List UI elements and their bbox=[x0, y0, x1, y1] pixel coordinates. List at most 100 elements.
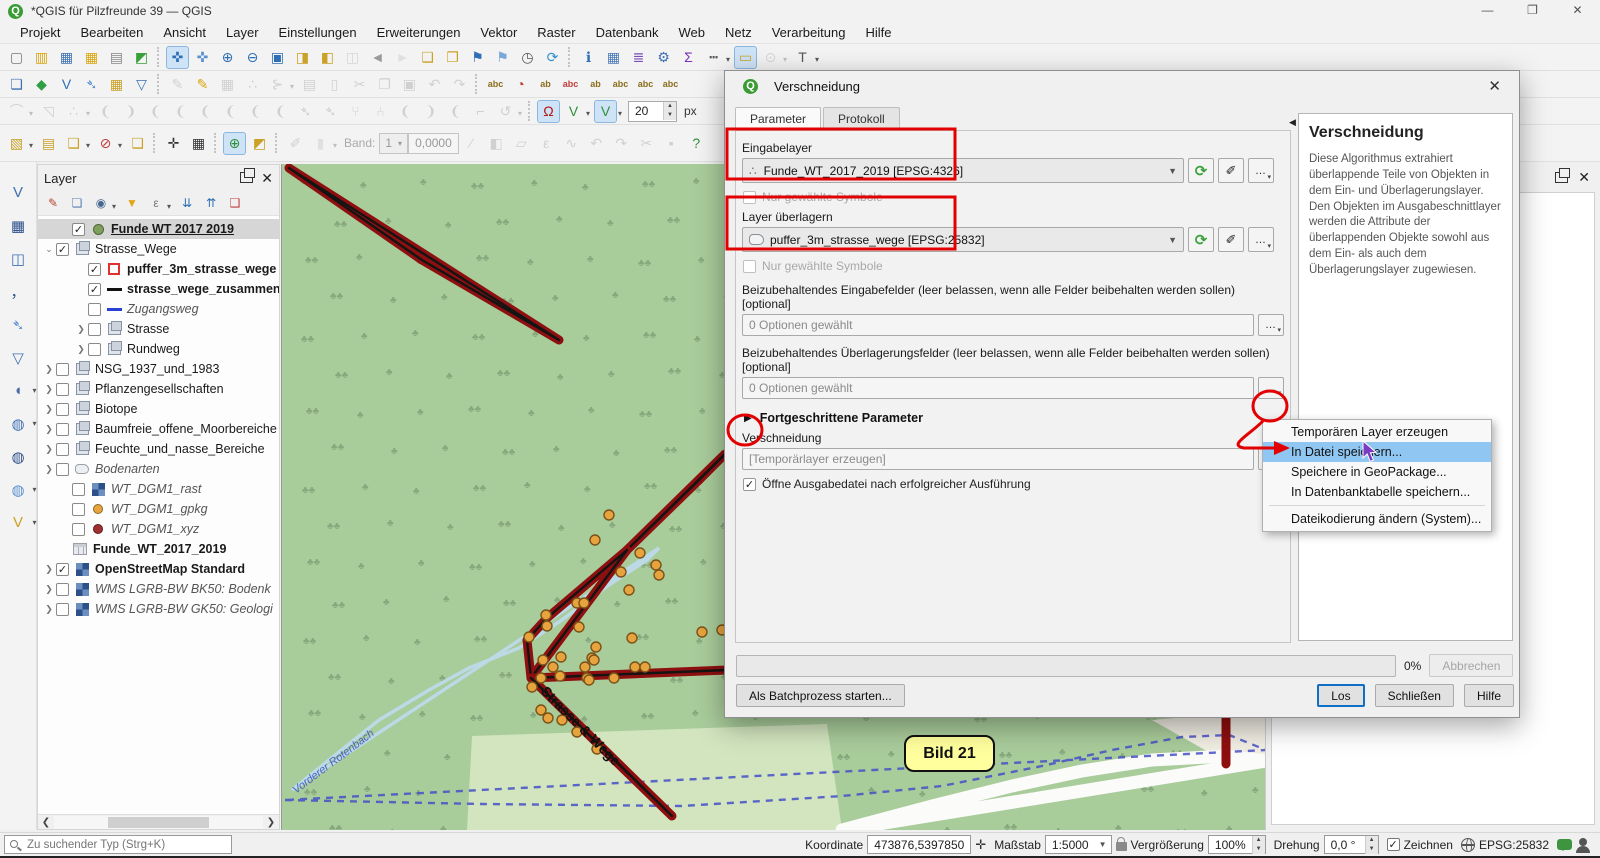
deselect-all-icon[interactable]: ⊘▾ bbox=[94, 132, 117, 155]
keep-overlay-fields-browse-button[interactable]: … bbox=[1258, 377, 1284, 399]
dialog-titlebar[interactable]: Q Verschneidung ✕ bbox=[725, 71, 1519, 101]
new-shapefile-layer-icon[interactable]: V bbox=[55, 73, 78, 96]
render-checkbox[interactable]: ✓ bbox=[1387, 838, 1400, 851]
layer-labeling-icon[interactable]: abc bbox=[484, 73, 507, 96]
expander-icon[interactable]: ❯ bbox=[74, 324, 88, 335]
snapping-tolerance-stepper[interactable]: 20 ▲▼ bbox=[628, 101, 677, 122]
raster-redo-icon[interactable]: ↷ bbox=[610, 132, 633, 155]
layer-tree-item[interactable]: ❯Feuchte_und_nasse_Bereiche bbox=[38, 439, 279, 459]
zoom-native-icon[interactable]: ◫ bbox=[341, 46, 364, 69]
trim-extend-icon[interactable]: ⌐ bbox=[469, 100, 492, 123]
delete-selected-icon[interactable]: ▯ bbox=[323, 73, 346, 96]
show-hide-labels-icon[interactable]: abc bbox=[659, 73, 682, 96]
zoom-to-layer-icon[interactable]: ◧ bbox=[316, 46, 339, 69]
batch-process-button[interactable]: Als Batchprozess starten... bbox=[736, 684, 905, 707]
enable-snapping-icon[interactable]: Ω bbox=[537, 100, 560, 123]
magnifier-stepper[interactable]: 100%▲▼ bbox=[1208, 835, 1266, 854]
context-menu-item[interactable]: In Datei speichern... bbox=[1263, 442, 1491, 462]
delete-part-icon[interactable]: ❨ bbox=[269, 100, 292, 123]
scale-combo[interactable]: 1:5000▼ bbox=[1045, 835, 1112, 854]
layer-visibility-checkbox[interactable]: ✓ bbox=[72, 223, 85, 236]
advanced-options-button[interactable]: ✐ bbox=[1218, 227, 1244, 252]
layer-diagram-icon[interactable]: ◔ bbox=[509, 73, 532, 96]
new-virtual-layer-icon[interactable]: ▽ bbox=[130, 73, 153, 96]
layer-visibility-checkbox[interactable] bbox=[88, 323, 101, 336]
close-panel-icon[interactable]: ✕ bbox=[261, 172, 273, 184]
new-geopackage-layer-icon[interactable]: ◆ bbox=[30, 73, 53, 96]
advanced-options-button[interactable]: ✐ bbox=[1218, 158, 1244, 183]
select-yellow-pin-icon[interactable]: ❏ bbox=[126, 132, 149, 155]
split-parts-icon[interactable]: ⑂ bbox=[344, 100, 367, 123]
add-ring-icon[interactable]: ❨ bbox=[169, 100, 192, 123]
raster-help-icon[interactable]: ? bbox=[685, 132, 708, 155]
new-3d-view-icon[interactable]: ❐ bbox=[441, 46, 464, 69]
layer-tree-item[interactable]: ❯✓OpenStreetMap Standard bbox=[38, 559, 279, 579]
layer-tree-item[interactable]: ⌄✓Strasse_Wege bbox=[38, 239, 279, 259]
topological-editing-icon[interactable]: V▾ bbox=[562, 100, 585, 123]
minimize-button[interactable]: — bbox=[1465, 0, 1510, 22]
scroll-left-icon[interactable]: ❮ bbox=[38, 817, 54, 828]
show-bookmarks-icon[interactable]: ⚑ bbox=[491, 46, 514, 69]
rotation-stepper[interactable]: 0,0 °▲▼ bbox=[1324, 835, 1379, 854]
menu-item[interactable]: Raster bbox=[527, 25, 585, 40]
change-label-icon[interactable]: abc bbox=[609, 73, 632, 96]
open-project-icon[interactable]: ▥ bbox=[30, 46, 53, 69]
raster-epsilon-icon[interactable]: ε bbox=[535, 132, 558, 155]
rotate-point-symbols-icon[interactable]: ❨ bbox=[444, 100, 467, 123]
add-postgis-layer-icon[interactable]: ◖▾ bbox=[5, 377, 32, 404]
add-wms-layer-icon[interactable]: ◍▾ bbox=[5, 410, 32, 437]
processing-toolbox-icon[interactable]: ⚙ bbox=[652, 46, 675, 69]
add-mesh-layer-icon[interactable]: ◫ bbox=[5, 245, 32, 272]
copy-features-icon[interactable]: ❐ bbox=[373, 73, 396, 96]
refresh-map-icon[interactable]: ⟳ bbox=[541, 46, 564, 69]
expander-icon[interactable]: ❯ bbox=[42, 564, 56, 575]
raster-eraser-icon[interactable]: ▱ bbox=[510, 132, 533, 155]
zoom-to-selection-icon[interactable]: ◨ bbox=[291, 46, 314, 69]
expand-all-icon[interactable]: ⇊ bbox=[177, 193, 197, 213]
collapse-all-icon[interactable]: ⇈ bbox=[201, 193, 221, 213]
close-dialog-button[interactable]: Schließen bbox=[1375, 684, 1454, 707]
menu-item[interactable]: Web bbox=[668, 25, 715, 40]
output-field[interactable]: [Temporärlayer erzeugen] bbox=[742, 448, 1254, 470]
add-delimited-text-icon[interactable]: ， bbox=[5, 278, 32, 305]
layer-visibility-checkbox[interactable] bbox=[56, 403, 69, 416]
expander-icon[interactable]: ❯ bbox=[42, 444, 56, 455]
zoom-next-icon[interactable]: ► bbox=[391, 46, 414, 69]
layer-tree-item[interactable]: ❯Rundweg bbox=[38, 339, 279, 359]
float-panel-icon[interactable] bbox=[240, 172, 253, 183]
iterate-over-layer-button[interactable]: ⟳ bbox=[1188, 158, 1214, 183]
zoom-in-icon[interactable]: ⊕ bbox=[216, 46, 239, 69]
messages-icon[interactable] bbox=[1557, 839, 1572, 850]
context-menu-item[interactable]: In Datenbanktabelle speichern... bbox=[1263, 482, 1491, 502]
menu-item[interactable]: Netz bbox=[715, 25, 762, 40]
crs-globe-icon[interactable] bbox=[1461, 838, 1475, 852]
style-manager-icon[interactable]: ◩ bbox=[130, 46, 153, 69]
advanced-digitize-1-icon[interactable]: ∴▾ bbox=[62, 100, 85, 123]
cad-tools-icon[interactable]: ⌒▾ bbox=[5, 100, 28, 123]
add-vector-layer-icon[interactable]: V bbox=[5, 179, 32, 206]
lock-scale-icon[interactable] bbox=[1116, 842, 1127, 851]
layer-tree-item[interactable]: WT_DGM1_rast bbox=[38, 479, 279, 499]
move-feature-icon[interactable]: ❨ bbox=[94, 100, 117, 123]
map-styling-icon[interactable]: ◩ bbox=[248, 132, 271, 155]
expander-icon[interactable]: ❯ bbox=[42, 404, 56, 415]
search-input[interactable] bbox=[5, 839, 231, 851]
raster-dark-icon[interactable]: ▪ bbox=[660, 132, 683, 155]
save-project-as-icon[interactable]: ▦ bbox=[80, 46, 103, 69]
extents-icon[interactable]: ✛ bbox=[975, 837, 986, 853]
layer-visibility-checkbox[interactable]: ✓ bbox=[88, 283, 101, 296]
input-layer-combo[interactable]: ∴ Funde_WT_2017_2019 [EPSG:4326] ▼ bbox=[742, 158, 1184, 183]
highlight-pinned-labels-icon[interactable]: abc bbox=[559, 73, 582, 96]
temporal-controller-icon[interactable]: ◷ bbox=[516, 46, 539, 69]
attribute-table-icon[interactable]: ▦ bbox=[602, 46, 625, 69]
layer-visibility-checkbox[interactable] bbox=[72, 483, 85, 496]
delete-ring-icon[interactable]: ❨ bbox=[244, 100, 267, 123]
menu-item[interactable]: Datenbank bbox=[586, 25, 669, 40]
menu-item[interactable]: Erweiterungen bbox=[367, 25, 471, 40]
save-edits-icon[interactable]: ▦ bbox=[216, 73, 239, 96]
context-menu-item[interactable]: Dateikodierung ändern (System)... bbox=[1263, 509, 1491, 529]
float-panel-icon[interactable] bbox=[1555, 172, 1568, 183]
pin-labels-icon[interactable]: ab bbox=[534, 73, 557, 96]
keep-overlay-fields-field[interactable]: 0 Optionen gewählt bbox=[742, 377, 1254, 399]
filter-legend-icon[interactable]: ▼ bbox=[122, 193, 142, 213]
